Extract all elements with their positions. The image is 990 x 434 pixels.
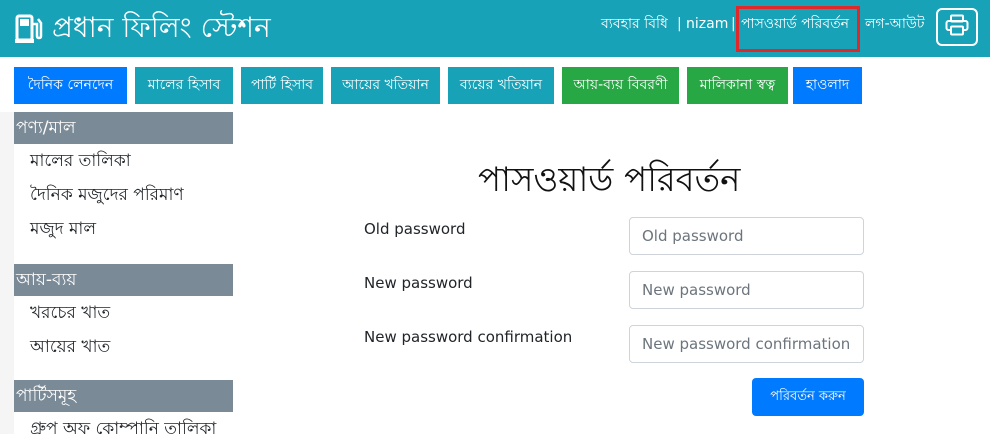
sidebar-item-expense-heads[interactable]: খরচের খাত bbox=[30, 300, 110, 326]
new-password-label: New password bbox=[364, 274, 473, 292]
sidebar-item-goods-list[interactable]: মালের তালিকা bbox=[30, 148, 131, 174]
old-password-label: Old password bbox=[364, 220, 466, 238]
sidebar-item-income-heads[interactable]: আয়ের খাত bbox=[30, 334, 110, 360]
sidebar-item-stock[interactable]: মজুদ মাল bbox=[30, 216, 96, 242]
sidebar-section-goods: পণ্য/মাল bbox=[14, 112, 233, 144]
printer-icon bbox=[945, 14, 969, 40]
usage-policy-link[interactable]: ব্যবহার বিধি bbox=[601, 10, 668, 38]
logout-link[interactable]: লগ-আউট bbox=[865, 10, 925, 38]
sidebar-section-parties: পার্টিসমূহ bbox=[14, 380, 233, 412]
change-password-link[interactable]: পাসওয়ার্ড পরিবর্তন bbox=[741, 10, 849, 38]
new-password-confirmation-label: New password confirmation bbox=[364, 328, 573, 346]
separator: | bbox=[731, 16, 736, 32]
username-link[interactable]: nizam bbox=[686, 10, 728, 38]
sidebar-section-income-expense: আয়-ব্যয় bbox=[14, 264, 233, 296]
top-header: প্রধান ফিলিং স্টেশন ব্যবহার বিধি | nizam… bbox=[0, 0, 990, 57]
nav-income-expense-statement[interactable]: আয়-ব্যয় বিবরণী bbox=[562, 67, 679, 104]
sidebar: পণ্য/মাল মালের তালিকা দৈনিক মজুদের পরিমা… bbox=[14, 112, 233, 434]
print-button[interactable] bbox=[936, 8, 978, 46]
fuel-pump-icon bbox=[14, 14, 44, 44]
page-title: পাসওয়ার্ড পরিবর্তন bbox=[478, 160, 741, 200]
nav-expense-ledger[interactable]: ব্যয়ের খতিয়ান bbox=[448, 67, 554, 104]
old-password-input[interactable] bbox=[629, 217, 864, 255]
separator: | bbox=[677, 16, 682, 32]
new-password-input[interactable] bbox=[629, 271, 864, 309]
nav-income-ledger[interactable]: আয়ের খতিয়ান bbox=[331, 67, 440, 104]
nav-goods-account[interactable]: মালের হিসাব bbox=[135, 67, 233, 104]
submit-change-password-button[interactable]: পরিবর্তন করুন bbox=[752, 378, 864, 416]
nav-hawlad[interactable]: হাওলাদ bbox=[793, 67, 862, 104]
nav-party-account[interactable]: পার্টি হিসাব bbox=[241, 67, 323, 104]
nav-daily-transactions[interactable]: দৈনিক লেনদেন bbox=[14, 67, 127, 104]
sidebar-item-group-companies[interactable]: গ্রুপ অফ কোম্পানি তালিকা bbox=[30, 416, 216, 434]
new-password-confirmation-input[interactable] bbox=[629, 325, 864, 363]
brand-title[interactable]: প্রধান ফিলিং স্টেশন bbox=[52, 8, 271, 48]
sidebar-item-daily-stock[interactable]: দৈনিক মজুদের পরিমাণ bbox=[30, 182, 184, 208]
nav-ownership[interactable]: মালিকানা স্বত্ব bbox=[687, 67, 788, 104]
